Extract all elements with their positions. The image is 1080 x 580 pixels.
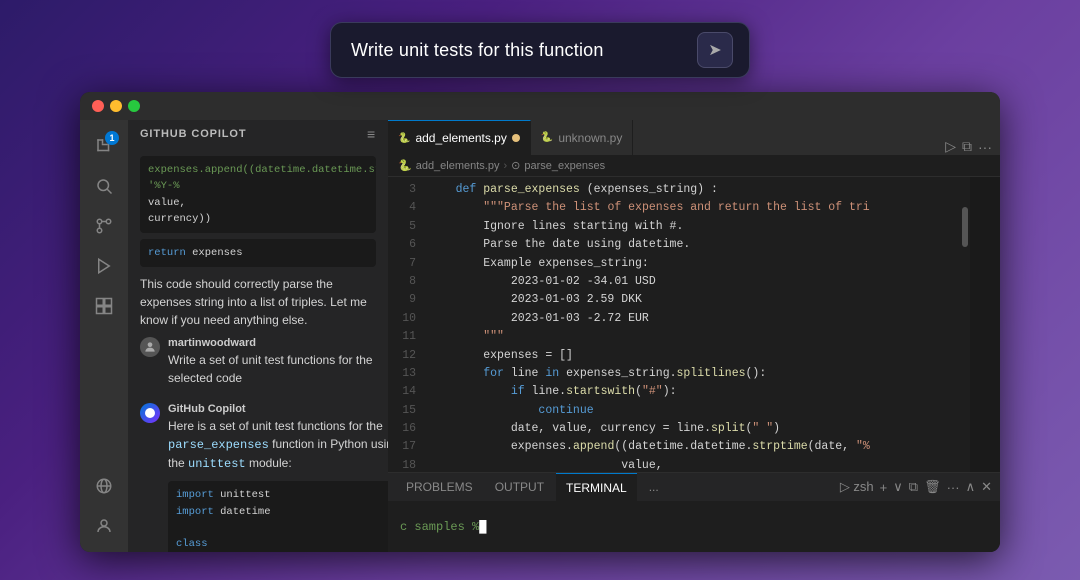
minimap [970, 177, 1000, 472]
copilot-code-block: import unittest import datetime class Te… [168, 481, 388, 552]
tab-modified-indicator [512, 134, 520, 142]
run-icon[interactable]: ▷ [945, 138, 956, 155]
activity-bar [80, 120, 128, 552]
line-numbers: 34567 89101112 1314151617 18192021 [388, 177, 424, 472]
terminal-more-icon[interactable]: ··· [947, 480, 960, 495]
traffic-lights [92, 100, 140, 112]
sidebar-item-run[interactable] [86, 248, 122, 284]
copilot-message-1: GitHub Copilot Here is a set of unit tes… [140, 403, 376, 552]
breadcrumb: 🐍 add_elements.py › ⊙ parse_expenses [388, 155, 1000, 177]
breadcrumb-func-name[interactable]: parse_expenses [524, 160, 605, 172]
title-bar [80, 92, 1000, 120]
sidebar-item-source-control[interactable] [86, 208, 122, 244]
code-line: for line in expenses_string.splitlines()… [428, 365, 952, 383]
sidebar-item-search[interactable] [86, 168, 122, 204]
assistant-text-1: This code should correctly parse the exp… [140, 275, 376, 329]
editor-area: 🐍 add_elements.py 🐍 unknown.py ▷ ⧉ ··· 🐍… [388, 120, 1000, 552]
code-line: date, value, currency = line.split(" ") [428, 420, 952, 438]
code-line: """Parse the list of expenses and return… [428, 199, 952, 217]
code-line: """ [428, 328, 952, 346]
more-icon[interactable]: ··· [978, 139, 992, 155]
code-line: def parse_expenses (expenses_string) : [428, 181, 952, 199]
terminal-split-vert-icon[interactable]: ⧉ [909, 479, 918, 495]
terminal-trash-icon[interactable]: 🗑 [924, 479, 941, 495]
code-line: if line.startswith("#"): [428, 383, 952, 401]
breadcrumb-func-icon: ⊙ [511, 159, 520, 172]
terminal-cursor: █ [479, 520, 486, 534]
code-block-prev: expenses.append((datetime.datetime.strpt… [140, 156, 376, 233]
terminal-content: c samples % █ [388, 501, 1000, 552]
chat-messages: expenses.append((datetime.datetime.strpt… [128, 148, 388, 552]
code-line: 2023-01-03 -2.72 EUR [428, 310, 952, 328]
maximize-button[interactable] [128, 100, 140, 112]
terminal-up-icon[interactable]: ∧ [966, 479, 976, 495]
user-author: martinwoodward [168, 337, 376, 349]
python-icon-2: 🐍 [541, 132, 553, 143]
terminal-split-icon[interactable]: ∨ [893, 479, 903, 495]
command-text: Write unit tests for this function [351, 40, 604, 61]
user-message-content: martinwoodward Write a set of unit test … [168, 337, 376, 395]
tab-name-1: add_elements.py [415, 131, 506, 145]
split-icon[interactable]: ⧉ [962, 138, 972, 155]
code-line: 2023-01-02 -34.01 USD [428, 273, 952, 291]
code-line: 2023-01-03 2.59 DKK [428, 291, 952, 309]
sidebar-header: GITHUB COPILOT ≡ [128, 120, 388, 148]
chat-sidebar: GITHUB COPILOT ≡ expenses.append((dateti… [128, 120, 388, 552]
tab-name-2: unknown.py [558, 131, 622, 145]
copilot-author: GitHub Copilot [168, 403, 388, 415]
main-area: GITHUB COPILOT ≡ expenses.append((dateti… [80, 120, 1000, 552]
code-editor: 34567 89101112 1314151617 18192021 def p… [388, 177, 1000, 472]
terminal-prompt: c samples % [400, 520, 479, 534]
tab-add-elements[interactable]: 🐍 add_elements.py [388, 120, 531, 155]
scrollbar-thumb [962, 207, 968, 247]
code-line: value, [428, 457, 952, 472]
send-button[interactable]: ➤ [697, 32, 733, 68]
sidebar-menu-icon[interactable]: ≡ [367, 126, 376, 142]
sidebar-item-explorer[interactable] [86, 128, 122, 164]
code-line: continue [428, 402, 952, 420]
panel-actions: ▷ zsh + ∨ ⧉ 🗑 ··· ∧ ✕ [840, 479, 992, 495]
code-line: Ignore lines starting with #. [428, 218, 952, 236]
copilot-message-content: GitHub Copilot Here is a set of unit tes… [168, 403, 388, 552]
vscode-window: GITHUB COPILOT ≡ expenses.append((dateti… [80, 92, 1000, 552]
copilot-avatar [140, 403, 160, 423]
breadcrumb-file: 🐍 [398, 159, 412, 172]
copilot-intro: Here is a set of unit test functions for… [168, 417, 388, 473]
tabs-bar: 🐍 add_elements.py 🐍 unknown.py ▷ ⧉ ··· [388, 120, 1000, 155]
code-line: expenses.append((datetime.datetime.strpt… [428, 438, 952, 456]
panel-tabs: PROBLEMS OUTPUT TERMINAL ... ▷ zsh + ∨ [388, 473, 1000, 501]
breadcrumb-file-name[interactable]: add_elements.py [416, 160, 500, 172]
code-block-return: return expenses [140, 239, 376, 267]
command-bar: Write unit tests for this function ➤ [330, 22, 750, 78]
user-text-1: Write a set of unit test functions for t… [168, 351, 376, 387]
user-avatar [140, 337, 160, 357]
tab-actions: ▷ ⧉ ··· [937, 138, 1000, 155]
terminal-close-icon[interactable]: ✕ [981, 479, 992, 495]
user-message-1: martinwoodward Write a set of unit test … [140, 337, 376, 395]
sidebar-item-extensions[interactable] [86, 288, 122, 324]
sidebar-item-account[interactable] [86, 508, 122, 544]
code-line: expenses = [] [428, 347, 952, 365]
python-icon: 🐍 [398, 133, 410, 144]
code-lines: def parse_expenses (expenses_string) : "… [424, 177, 960, 472]
minimize-button[interactable] [110, 100, 122, 112]
close-button[interactable] [92, 100, 104, 112]
code-line: Parse the date using datetime. [428, 236, 952, 254]
panel-tab-more[interactable]: ... [639, 473, 669, 501]
panel-tab-terminal[interactable]: TERMINAL [556, 473, 637, 501]
sidebar-item-remote[interactable] [86, 468, 122, 504]
terminal-add-icon[interactable]: + [880, 480, 888, 495]
bottom-panel: PROBLEMS OUTPUT TERMINAL ... ▷ zsh + ∨ [388, 472, 1000, 552]
terminal-shell-icon: ▷ zsh [840, 479, 874, 495]
breadcrumb-sep: › [503, 160, 507, 172]
panel-tab-problems[interactable]: PROBLEMS [396, 473, 483, 501]
editor-scrollbar[interactable] [960, 177, 970, 472]
panel-tab-output[interactable]: OUTPUT [485, 473, 554, 501]
tab-unknown[interactable]: 🐍 unknown.py [531, 120, 634, 155]
code-line: Example expenses_string: [428, 255, 952, 273]
